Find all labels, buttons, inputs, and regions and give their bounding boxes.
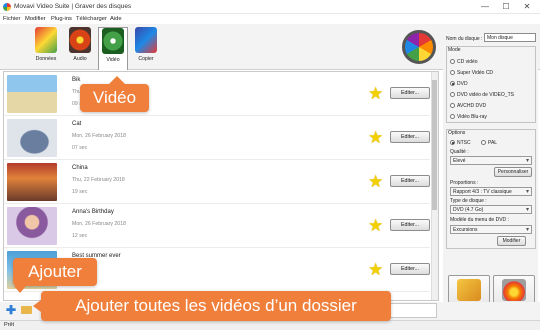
mode-option: Vidéo Blu-ray	[457, 114, 487, 120]
mode-option: CD vidéo	[457, 59, 478, 65]
data-disc-icon	[35, 27, 57, 53]
status-bar	[0, 320, 540, 330]
video-thumbnail	[7, 75, 57, 113]
edit-button[interactable]: Editer...	[390, 87, 430, 99]
list-item[interactable]: Anna's Birthday Mon, 26 February 2018 12…	[4, 204, 430, 248]
tab-copier[interactable]: Copier	[131, 27, 161, 67]
video-thumbnail	[7, 207, 57, 245]
video-thumbnail	[7, 163, 57, 201]
video-title: Cat	[72, 121, 82, 127]
mode-radio-bluray[interactable]	[450, 114, 455, 119]
video-duration: 07 sec	[72, 145, 88, 151]
tab-video[interactable]: Vidéo	[98, 27, 128, 70]
tab-label: Données	[35, 56, 57, 62]
copy-disc-icon	[135, 27, 157, 53]
audio-disc-icon	[69, 27, 91, 53]
mode-label: Mode	[448, 47, 461, 53]
mode-radio-avchd[interactable]	[450, 103, 455, 108]
movavi-logo-icon	[402, 30, 436, 64]
mode-option: DVD vidéo de VIDEO_TS	[457, 92, 514, 98]
video-date: Thu, 22 February 2018	[72, 177, 125, 183]
menu-telecharger[interactable]: Télécharger	[76, 16, 107, 22]
add-folder-callout-arrow	[33, 300, 41, 312]
minimize-button[interactable]: —	[476, 1, 494, 13]
list-item[interactable]: Cat Mon, 26 February 2018 07 sec ★ Edite…	[4, 116, 430, 160]
edit-button[interactable]: Editer...	[390, 219, 430, 231]
mode-option: Super Vidéo CD	[457, 70, 494, 76]
edit-button[interactable]: Editer...	[390, 263, 430, 275]
add-icon[interactable]: ✚	[6, 304, 16, 316]
scrollbar-thumb[interactable]	[432, 80, 437, 210]
star-icon[interactable]: ★	[368, 129, 385, 146]
close-button[interactable]: ✕	[518, 1, 536, 13]
video-title: China	[72, 165, 88, 171]
options-label: Options	[448, 130, 466, 136]
personalize-button[interactable]: Personnaliser	[494, 167, 532, 177]
proportions-select[interactable]: Rapport 4/3 : TV classique	[450, 187, 532, 196]
tab-label: Audio	[73, 56, 87, 62]
menu-modifier[interactable]: Modifier	[25, 16, 46, 22]
video-thumbnail	[7, 119, 57, 157]
video-date: Mon, 26 February 2018	[72, 133, 126, 139]
quality-label: Qualité :	[450, 149, 469, 155]
tab-label: Copier	[138, 56, 154, 62]
star-icon[interactable]: ★	[368, 173, 385, 190]
maximize-button[interactable]: ☐	[497, 1, 515, 13]
add-folder-icon[interactable]	[21, 306, 32, 314]
disc-name-field[interactable]: Mon disque	[484, 33, 536, 42]
list-item[interactable]: China Thu, 22 February 2018 19 sec ★ Edi…	[4, 160, 430, 204]
video-title: Anna's Birthday	[72, 209, 114, 215]
add-callout-arrow	[14, 286, 26, 293]
pal-radio[interactable]	[481, 140, 486, 145]
disc-image-icon	[457, 279, 481, 301]
modify-menu-button[interactable]: Modifier	[497, 236, 526, 246]
disc-name-label: Nom du disque :	[446, 36, 483, 42]
video-disc-icon	[102, 28, 124, 54]
star-icon[interactable]: ★	[368, 261, 385, 278]
edit-button[interactable]: Editer...	[390, 175, 430, 187]
mode-option: DVD	[457, 81, 468, 87]
tab-audio[interactable]: Audio	[65, 27, 95, 67]
menu-model-label: Modèle du menu de DVD :	[450, 217, 509, 223]
mode-option: AVCHD DVD	[457, 103, 487, 109]
mode-radio-vcd[interactable]	[450, 59, 455, 64]
add-callout: Ajouter	[13, 258, 97, 286]
star-icon[interactable]: ★	[368, 217, 385, 234]
edit-button[interactable]: Editer...	[390, 131, 430, 143]
video-title: Bik	[72, 77, 81, 83]
video-callout: Vidéo	[80, 84, 149, 112]
disc-type-label: Type de disque :	[450, 198, 487, 204]
video-duration: 12 sec	[72, 233, 88, 239]
mode-radio-video-ts[interactable]	[450, 92, 455, 97]
disc-usage-bar	[387, 303, 437, 318]
mode-radio-dvd[interactable]	[450, 81, 455, 86]
menu-fichier[interactable]: Fichier	[3, 16, 20, 22]
menu-plugins[interactable]: Plug-ins	[51, 16, 72, 22]
ntsc-label: NTSC	[457, 140, 471, 146]
video-callout-arrow	[109, 76, 125, 84]
mode-radio-svcd[interactable]	[450, 70, 455, 75]
list-item[interactable]: Bik Thu 09 sec ★ Editer...	[4, 72, 430, 116]
pal-label: PAL	[488, 140, 498, 146]
tab-label: Vidéo	[106, 57, 120, 63]
burn-flame-icon	[502, 279, 526, 301]
tab-donnees[interactable]: Données	[31, 27, 61, 67]
star-icon[interactable]: ★	[368, 85, 385, 102]
disc-type-select[interactable]: DVD (4.7 Go)	[450, 205, 532, 214]
app-icon	[3, 3, 11, 11]
video-date: Mon, 26 February 2018	[72, 221, 126, 227]
proportions-label: Proportions :	[450, 180, 479, 186]
add-folder-callout: Ajouter toutes les vidéos d’un dossier	[41, 291, 391, 321]
menu-aide[interactable]: Aide	[110, 16, 122, 22]
video-duration: 19 sec	[72, 189, 88, 195]
status-text: Prêt	[4, 322, 15, 328]
window-title: Movavi Video Suite | Graver des disques	[14, 3, 132, 10]
ntsc-radio[interactable]	[450, 140, 455, 145]
menu-model-select[interactable]: Excursions	[450, 225, 532, 234]
quality-select[interactable]: Elevé	[450, 156, 532, 165]
